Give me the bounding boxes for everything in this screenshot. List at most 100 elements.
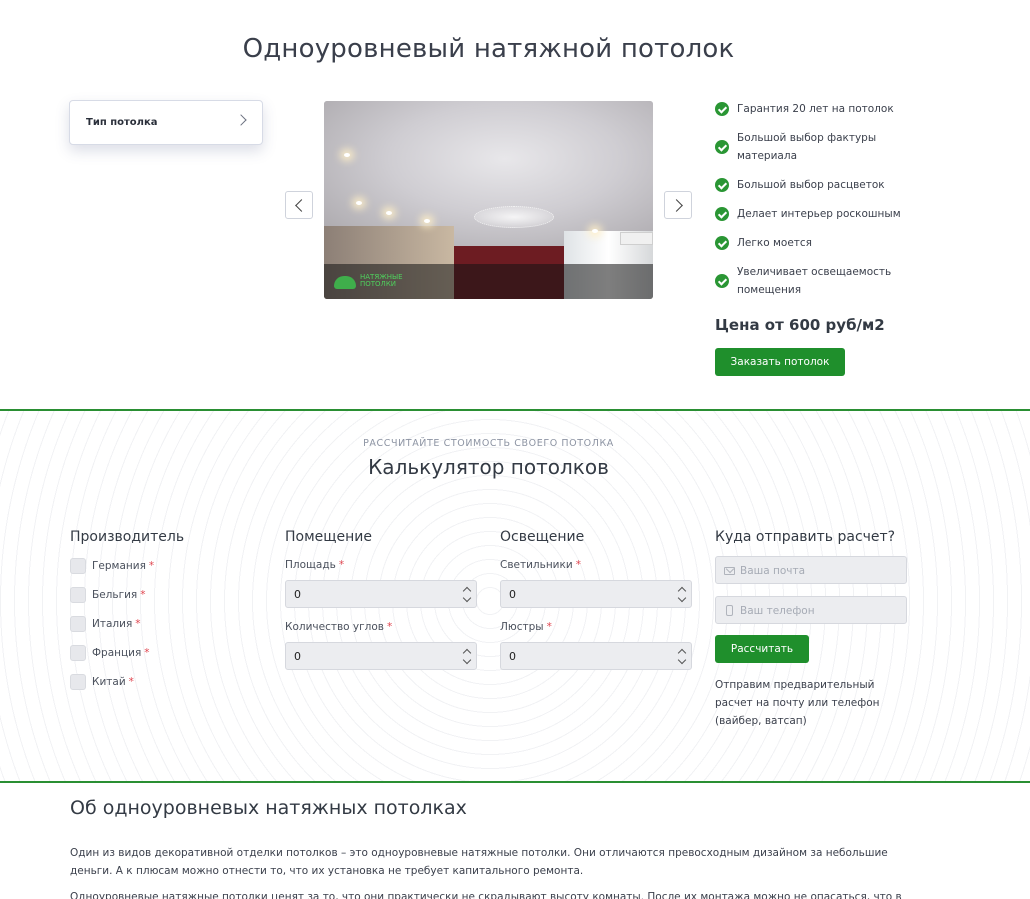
- photo-spotlight: [592, 229, 598, 233]
- phone-placeholder: Ваш телефон: [740, 605, 815, 617]
- room-heading: Помещение: [285, 529, 372, 545]
- check-circle-icon: [715, 140, 729, 154]
- checkbox[interactable]: [70, 616, 86, 632]
- price-text: Цена от 600 руб/м2: [715, 316, 885, 334]
- photo-spotlight: [344, 153, 350, 157]
- calculation-note: Отправим предварительный расчет на почту…: [715, 679, 880, 727]
- chandeliers-value: 0: [509, 650, 516, 663]
- lamps-label-text: Светильники: [500, 559, 573, 571]
- page-title: Одноуровневый натяжной потолок: [242, 34, 735, 64]
- mail-icon: [724, 567, 735, 575]
- brand-logo-icon: [334, 276, 356, 289]
- required-mark: *: [575, 559, 581, 571]
- carousel-prev-button[interactable]: [285, 191, 313, 219]
- calculator-eyebrow: РАССЧИТАЙТЕ СТОИМОСТЬ СВОЕГО ПОТОЛКА: [363, 438, 614, 449]
- send-heading: Куда отправить расчет?: [715, 529, 896, 545]
- calculator-title: Калькулятор потолков: [368, 455, 609, 479]
- manufacturer-option-france[interactable]: Франция *: [70, 645, 150, 661]
- photo-spotlight: [356, 201, 362, 205]
- checkbox[interactable]: [70, 645, 86, 661]
- manufacturer-option-label: Китай: [92, 676, 126, 688]
- manufacturer-heading: Производитель: [70, 529, 185, 545]
- required-mark: *: [338, 559, 345, 571]
- spinner-down-icon[interactable]: [677, 593, 687, 603]
- check-circle-icon: [715, 236, 729, 250]
- manufacturer-option-label: Франция: [92, 647, 142, 659]
- spinner-down-icon[interactable]: [677, 655, 687, 665]
- area-input[interactable]: 0: [285, 580, 477, 608]
- area-value: 0: [294, 588, 301, 601]
- benefit-item: Большой выбор расцветок: [715, 176, 915, 194]
- manufacturer-option-belgium[interactable]: Бельгия *: [70, 587, 145, 603]
- corners-input[interactable]: 0: [285, 642, 477, 670]
- photo-spotlight: [386, 211, 392, 215]
- benefits-list: Гарантия 20 лет на потолок Большой выбор…: [715, 100, 915, 299]
- about-paragraph: Одноуровневые натяжные потолки ценят за …: [70, 891, 902, 899]
- required-mark: *: [135, 618, 141, 630]
- about-heading: Об одноуровневых натяжных потолках: [70, 797, 467, 819]
- chandeliers-input[interactable]: 0: [500, 642, 692, 670]
- corners-value: 0: [294, 650, 301, 663]
- benefit-text: Легко моется: [737, 237, 812, 249]
- area-label: Площадь *: [285, 559, 344, 571]
- checkbox[interactable]: [70, 587, 86, 603]
- benefit-item: Легко моется: [715, 234, 915, 252]
- lighting-heading: Освещение: [500, 529, 585, 545]
- ceiling-photo: НАТЯЖНЫЕ ПОТОЛКИ: [324, 101, 653, 299]
- required-mark: *: [148, 560, 155, 572]
- benefit-text: Большой выбор расцветок: [737, 179, 885, 191]
- manufacturer-option-label: Бельгия: [92, 589, 138, 601]
- chandeliers-label: Люстры *: [500, 621, 552, 633]
- required-mark: *: [140, 589, 146, 601]
- spinner-down-icon[interactable]: [462, 655, 472, 665]
- check-circle-icon: [715, 207, 729, 221]
- email-field[interactable]: Ваша почта: [715, 556, 907, 584]
- photo-spotlight: [424, 219, 430, 223]
- benefit-item: Увеличивает освещаемость помещения: [715, 263, 915, 299]
- area-label-text: Площадь: [285, 559, 336, 571]
- chandeliers-label-text: Люстры: [500, 621, 544, 633]
- required-mark: *: [546, 621, 552, 633]
- check-circle-icon: [715, 274, 729, 288]
- calculate-button[interactable]: Рассчитать: [715, 635, 809, 663]
- manufacturer-option-italy[interactable]: Италия *: [70, 616, 141, 632]
- check-circle-icon: [715, 102, 729, 116]
- benefit-text: Делает интерьер роскошным: [737, 208, 901, 220]
- manufacturer-option-germany[interactable]: Германия *: [70, 558, 154, 574]
- check-circle-icon: [715, 178, 729, 192]
- required-mark: *: [144, 647, 150, 659]
- ceiling-type-selector[interactable]: Тип потолка: [69, 100, 263, 145]
- corners-label-text: Количество углов: [285, 621, 384, 633]
- carousel-next-button[interactable]: [664, 191, 692, 219]
- chevron-right-icon: [235, 114, 247, 126]
- phone-field[interactable]: Ваш телефон: [715, 596, 907, 624]
- benefit-text: Увеличивает освещаемость помещения: [737, 266, 892, 296]
- chevron-left-icon: [295, 199, 308, 212]
- photo-air-conditioner: [620, 232, 653, 245]
- calculator-section: РАССЧИТАЙТЕ СТОИМОСТЬ СВОЕГО ПОТОЛКА Кал…: [0, 409, 1030, 783]
- brand-logo-text: НАТЯЖНЫЕ ПОТОЛКИ: [360, 273, 403, 288]
- benefit-item: Гарантия 20 лет на потолок: [715, 100, 915, 118]
- manufacturer-option-label: Германия: [92, 560, 146, 572]
- checkbox[interactable]: [70, 674, 86, 690]
- about-paragraph: Один из видов декоративной отделки потол…: [70, 847, 888, 877]
- benefit-text: Большой выбор фактуры материала: [737, 132, 877, 162]
- order-ceiling-button[interactable]: Заказать потолок: [715, 348, 845, 376]
- phone-icon: [726, 605, 733, 616]
- lamps-label: Светильники *: [500, 559, 581, 571]
- lamps-value: 0: [509, 588, 516, 601]
- lamps-input[interactable]: 0: [500, 580, 692, 608]
- required-mark: *: [386, 621, 393, 633]
- email-placeholder: Ваша почта: [740, 565, 806, 577]
- required-mark: *: [128, 676, 134, 688]
- photo-chandelier: [474, 206, 554, 228]
- ceiling-type-label: Тип потолка: [86, 117, 158, 128]
- benefit-text: Гарантия 20 лет на потолок: [737, 103, 894, 115]
- checkbox[interactable]: [70, 558, 86, 574]
- manufacturer-option-label: Италия: [92, 618, 133, 630]
- benefit-item: Большой выбор фактуры материала: [715, 129, 915, 165]
- manufacturer-option-china[interactable]: Китай *: [70, 674, 134, 690]
- benefit-item: Делает интерьер роскошным: [715, 205, 915, 223]
- spinner-down-icon[interactable]: [462, 593, 472, 603]
- chevron-right-icon: [670, 199, 683, 212]
